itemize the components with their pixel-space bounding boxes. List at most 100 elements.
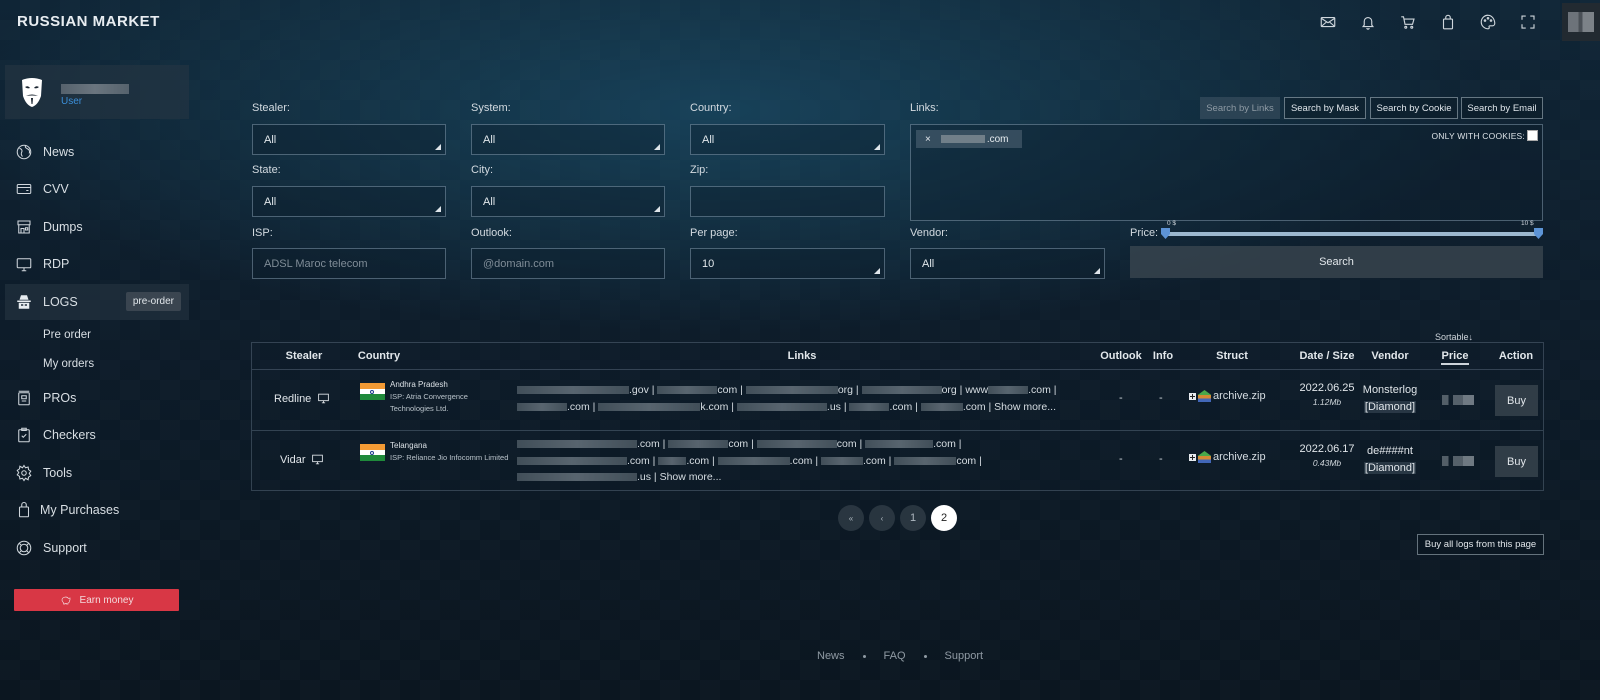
search-button[interactable]: Search — [1130, 246, 1543, 278]
link-suffix: .com | — [627, 454, 656, 467]
per-page-select-value: 10 — [702, 257, 715, 270]
search-by-mask-tab[interactable]: Search by Mask — [1284, 97, 1366, 119]
struct-filename: archive.zip — [1213, 451, 1266, 463]
palette-icon[interactable] — [1468, 0, 1508, 44]
earn-money-button[interactable]: Earn money — [14, 589, 179, 611]
pre-order-badge[interactable]: pre-order — [125, 292, 181, 311]
india-flag-icon — [360, 383, 385, 400]
struct-cell[interactable]: archive.zip — [1189, 451, 1266, 463]
state-select[interactable]: All — [252, 186, 446, 217]
pagination: « ‹ 1 2 — [838, 505, 962, 531]
prev-page-button[interactable]: ‹ — [869, 505, 895, 531]
links-cell: .gov | com | org | org | www .com | .com … — [517, 382, 1097, 415]
search-by-cookie-tab[interactable]: Search by Cookie — [1370, 97, 1458, 119]
struct-filename: archive.zip — [1213, 390, 1266, 402]
system-select-value: All — [483, 133, 496, 146]
sidebar-item-cvv[interactable]: CVV — [0, 171, 195, 209]
buy-button[interactable]: Buy — [1495, 446, 1538, 477]
col-price-sort[interactable]: Price — [1441, 350, 1469, 365]
sidebar-item-support[interactable]: Support — [0, 529, 195, 567]
only-with-cookies-checkbox[interactable] — [1527, 130, 1538, 141]
chip-remove-button[interactable]: × — [925, 134, 931, 145]
show-more-link[interactable]: Show more... — [660, 471, 722, 483]
vendor-select[interactable]: All — [910, 248, 1105, 279]
stealer-select[interactable]: All — [252, 124, 446, 155]
log-size: 0.43Mb — [1312, 458, 1342, 468]
first-page-button[interactable]: « — [838, 505, 864, 531]
isp-name: ISP: Reliance Jio Infocomm Limited — [390, 452, 509, 462]
archive-icon — [1198, 390, 1211, 402]
system-select[interactable]: All — [471, 124, 665, 155]
select-arrow-icon — [435, 144, 441, 150]
price-min-handle[interactable] — [1161, 228, 1170, 239]
outlook-input[interactable]: @domain.com — [471, 248, 665, 279]
vendor-name[interactable]: de####nt — [1360, 443, 1420, 460]
link-suffix: .com | — [686, 454, 715, 467]
city-select[interactable]: All — [471, 186, 665, 217]
mail-icon[interactable] — [1308, 0, 1348, 44]
state-select-value: All — [264, 195, 277, 208]
zip-input[interactable] — [690, 186, 885, 217]
redacted-link — [517, 440, 637, 449]
lifebuoy-icon — [16, 540, 32, 556]
footer-faq-link[interactable]: FAQ — [884, 650, 906, 662]
footer-support-link[interactable]: Support — [945, 650, 984, 662]
isp-input[interactable]: ADSL Maroc telecom — [252, 248, 446, 279]
search-by-email-tab[interactable]: Search by Email — [1461, 97, 1543, 119]
user-role: User — [61, 96, 83, 107]
bell-icon[interactable] — [1348, 0, 1388, 44]
sidebar-item-tools[interactable]: Tools — [0, 454, 195, 492]
header-avatar[interactable] — [1562, 3, 1600, 41]
sidebar-item-logs[interactable]: LOGS pre-order — [5, 284, 189, 320]
footer-separator — [862, 654, 866, 658]
redacted-link — [598, 402, 701, 411]
link-suffix: .com | — [962, 400, 992, 413]
price-slider-track[interactable] — [1165, 232, 1539, 236]
sidebar-subitem-my-orders[interactable]: My orders — [0, 350, 195, 380]
vendor-name[interactable]: Monsterlog — [1360, 382, 1420, 399]
links-input[interactable]: × .com ONLY WITH COOKIES: — [910, 124, 1543, 221]
chip-domain-redacted — [940, 135, 985, 143]
price-min-label: 0 $ — [1167, 220, 1177, 227]
sidebar-item-my-purchases[interactable]: My Purchases — [0, 492, 195, 530]
vendor-label: Vendor: — [910, 227, 948, 239]
sidebar-item-news[interactable]: News — [0, 133, 195, 171]
user-card[interactable]: User — [5, 65, 189, 119]
vendor-tier: [Diamond] — [1363, 461, 1417, 474]
footer-separator — [923, 654, 927, 658]
location-cell: Andhra Pradesh ISP: Atria Convergence Te… — [390, 379, 510, 416]
buy-all-logs-button[interactable]: Buy all logs from this page — [1417, 534, 1544, 555]
show-more-link[interactable]: Show more... — [994, 401, 1056, 413]
expand-tree-icon[interactable] — [1189, 453, 1196, 461]
sidebar-item-pros[interactable]: PROs — [0, 379, 195, 417]
link-suffix: .com | — [862, 454, 892, 467]
footer-news-link[interactable]: News — [817, 650, 845, 662]
per-page-select[interactable]: 10 — [690, 248, 885, 279]
redacted-link — [658, 456, 687, 465]
stealer-name: Vidar — [280, 453, 306, 466]
search-by-links-tab[interactable]: Search by Links — [1200, 97, 1280, 119]
sidebar-item-label: Checkers — [43, 428, 96, 443]
sidebar-item-dumps[interactable]: Dumps — [0, 208, 195, 246]
buy-button[interactable]: Buy — [1495, 385, 1538, 416]
fullscreen-icon[interactable] — [1508, 0, 1548, 44]
cart-icon[interactable] — [1388, 0, 1428, 44]
struct-cell[interactable]: archive.zip — [1189, 390, 1266, 402]
sidebar-item-label: Support — [43, 540, 87, 555]
log-date: 2022.06.17 — [1299, 443, 1355, 455]
page-1-button[interactable]: 1 — [900, 505, 926, 531]
select-arrow-icon — [654, 206, 660, 212]
sidebar-item-checkers[interactable]: Checkers — [0, 417, 195, 455]
site-logo[interactable]: RUSSIAN MARKET — [17, 13, 160, 30]
shopping-bag-icon[interactable] — [1428, 0, 1468, 44]
expand-tree-icon[interactable] — [1189, 392, 1196, 400]
link-suffix: .com | — [1028, 384, 1057, 396]
country-select[interactable]: All — [690, 124, 885, 155]
select-arrow-icon — [874, 144, 880, 150]
price-max-handle[interactable] — [1534, 228, 1543, 239]
sidebar-item-rdp[interactable]: RDP — [0, 246, 195, 284]
price-max-label: 10 $ — [1521, 220, 1534, 227]
page-2-button[interactable]: 2 — [931, 505, 957, 531]
sidebar-subitem-pre-order[interactable]: Pre order — [0, 320, 195, 350]
vendor-cell: de####nt [Diamond] — [1360, 443, 1420, 476]
